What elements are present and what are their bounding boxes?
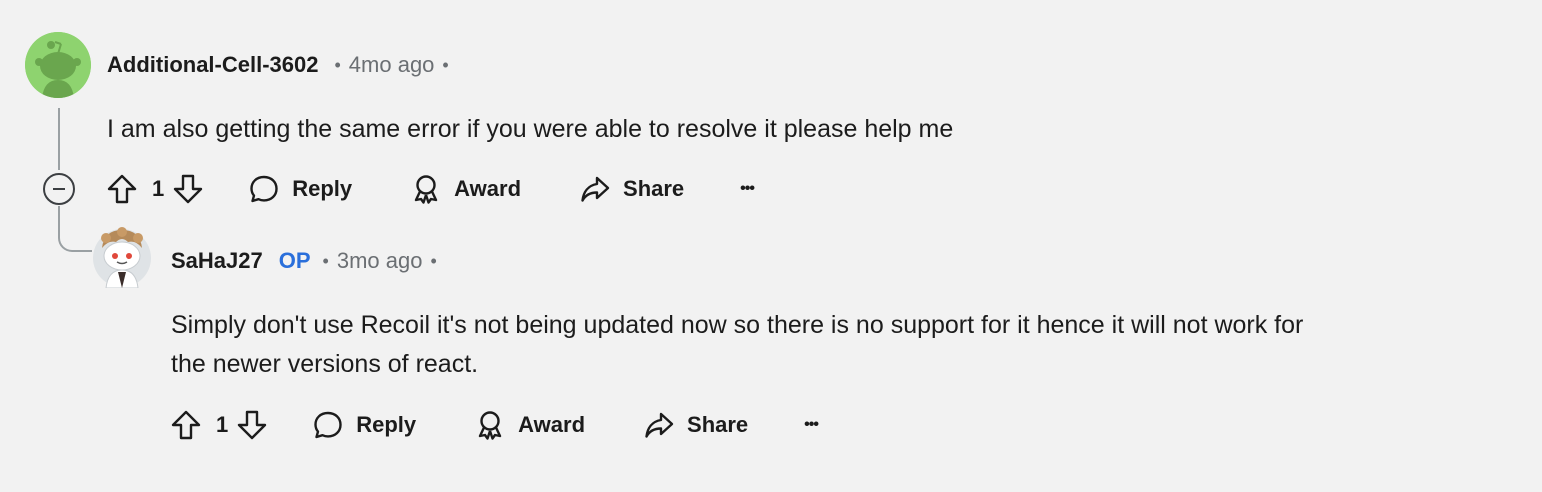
comment-actions: 1 Reply Award Share •••: [106, 169, 755, 209]
thread-line-vertical: [58, 108, 60, 170]
separator-dot: •: [442, 54, 449, 75]
snoo-avatar-icon: [25, 32, 91, 98]
username-link[interactable]: Additional-Cell-3602: [107, 52, 318, 78]
comment-meta: SaHaJ27 OP • 3mo ago •: [171, 246, 445, 276]
downvote-icon: [174, 174, 203, 204]
avatar[interactable]: [92, 224, 152, 289]
avatar[interactable]: [25, 32, 91, 98]
share-icon: [645, 412, 674, 438]
more-options-icon: •••: [804, 416, 819, 433]
upvote-icon: [107, 174, 137, 204]
award-label: Award: [518, 412, 586, 437]
timestamp[interactable]: 4mo ago: [349, 52, 435, 78]
separator-dot: •: [334, 54, 341, 75]
reply-icon: [314, 411, 342, 439]
more-options-button[interactable]: •••: [740, 180, 755, 198]
upvote-button[interactable]: [106, 173, 138, 205]
share-label: Share: [623, 176, 685, 201]
award-button[interactable]: Award: [474, 409, 585, 441]
downvote-button[interactable]: [172, 173, 204, 205]
award-icon: [478, 411, 502, 440]
upvote-icon: [171, 410, 201, 440]
vote-count: 1: [152, 176, 165, 201]
reply-button[interactable]: Reply: [312, 409, 416, 441]
snoo-avatar-icon: [93, 227, 151, 289]
comment-body: Simply don't use Recoil it's not being u…: [171, 306, 1531, 384]
vote-count: 1: [216, 412, 229, 437]
separator-dot: •: [430, 250, 437, 271]
reply-icon: [250, 175, 278, 203]
share-button[interactable]: Share: [579, 173, 684, 205]
comment-text: I am also getting the same error if you …: [107, 115, 954, 143]
comment-text-line: Simply don't use Recoil it's not being u…: [171, 311, 1304, 339]
downvote-icon: [238, 410, 267, 440]
reply-button[interactable]: Reply: [248, 173, 352, 205]
collapse-thread-button[interactable]: [43, 173, 75, 205]
reply-label: Reply: [356, 412, 417, 437]
reply-label: Reply: [292, 176, 353, 201]
award-icon: [414, 175, 438, 204]
downvote-button[interactable]: [236, 409, 268, 441]
minus-icon: [53, 188, 65, 190]
username-link[interactable]: SaHaJ27: [171, 248, 263, 274]
award-label: Award: [454, 176, 522, 201]
comment-body: I am also getting the same error if you …: [107, 110, 953, 149]
comment-meta: Additional-Cell-3602 • 4mo ago •: [107, 50, 457, 80]
share-label: Share: [687, 412, 749, 437]
share-button[interactable]: Share: [643, 409, 748, 441]
upvote-button[interactable]: [170, 409, 202, 441]
share-icon: [581, 176, 610, 202]
award-button[interactable]: Award: [410, 173, 521, 205]
separator-dot: •: [322, 250, 329, 271]
thread-connector: [58, 214, 92, 252]
comment-text-line: the newer versions of react.: [171, 350, 479, 378]
op-badge: OP: [278, 248, 311, 273]
timestamp[interactable]: 3mo ago: [337, 248, 423, 274]
more-options-icon: •••: [740, 180, 755, 197]
comment-actions: 1 Reply Award Share •••: [170, 405, 819, 445]
more-options-button[interactable]: •••: [804, 416, 819, 434]
